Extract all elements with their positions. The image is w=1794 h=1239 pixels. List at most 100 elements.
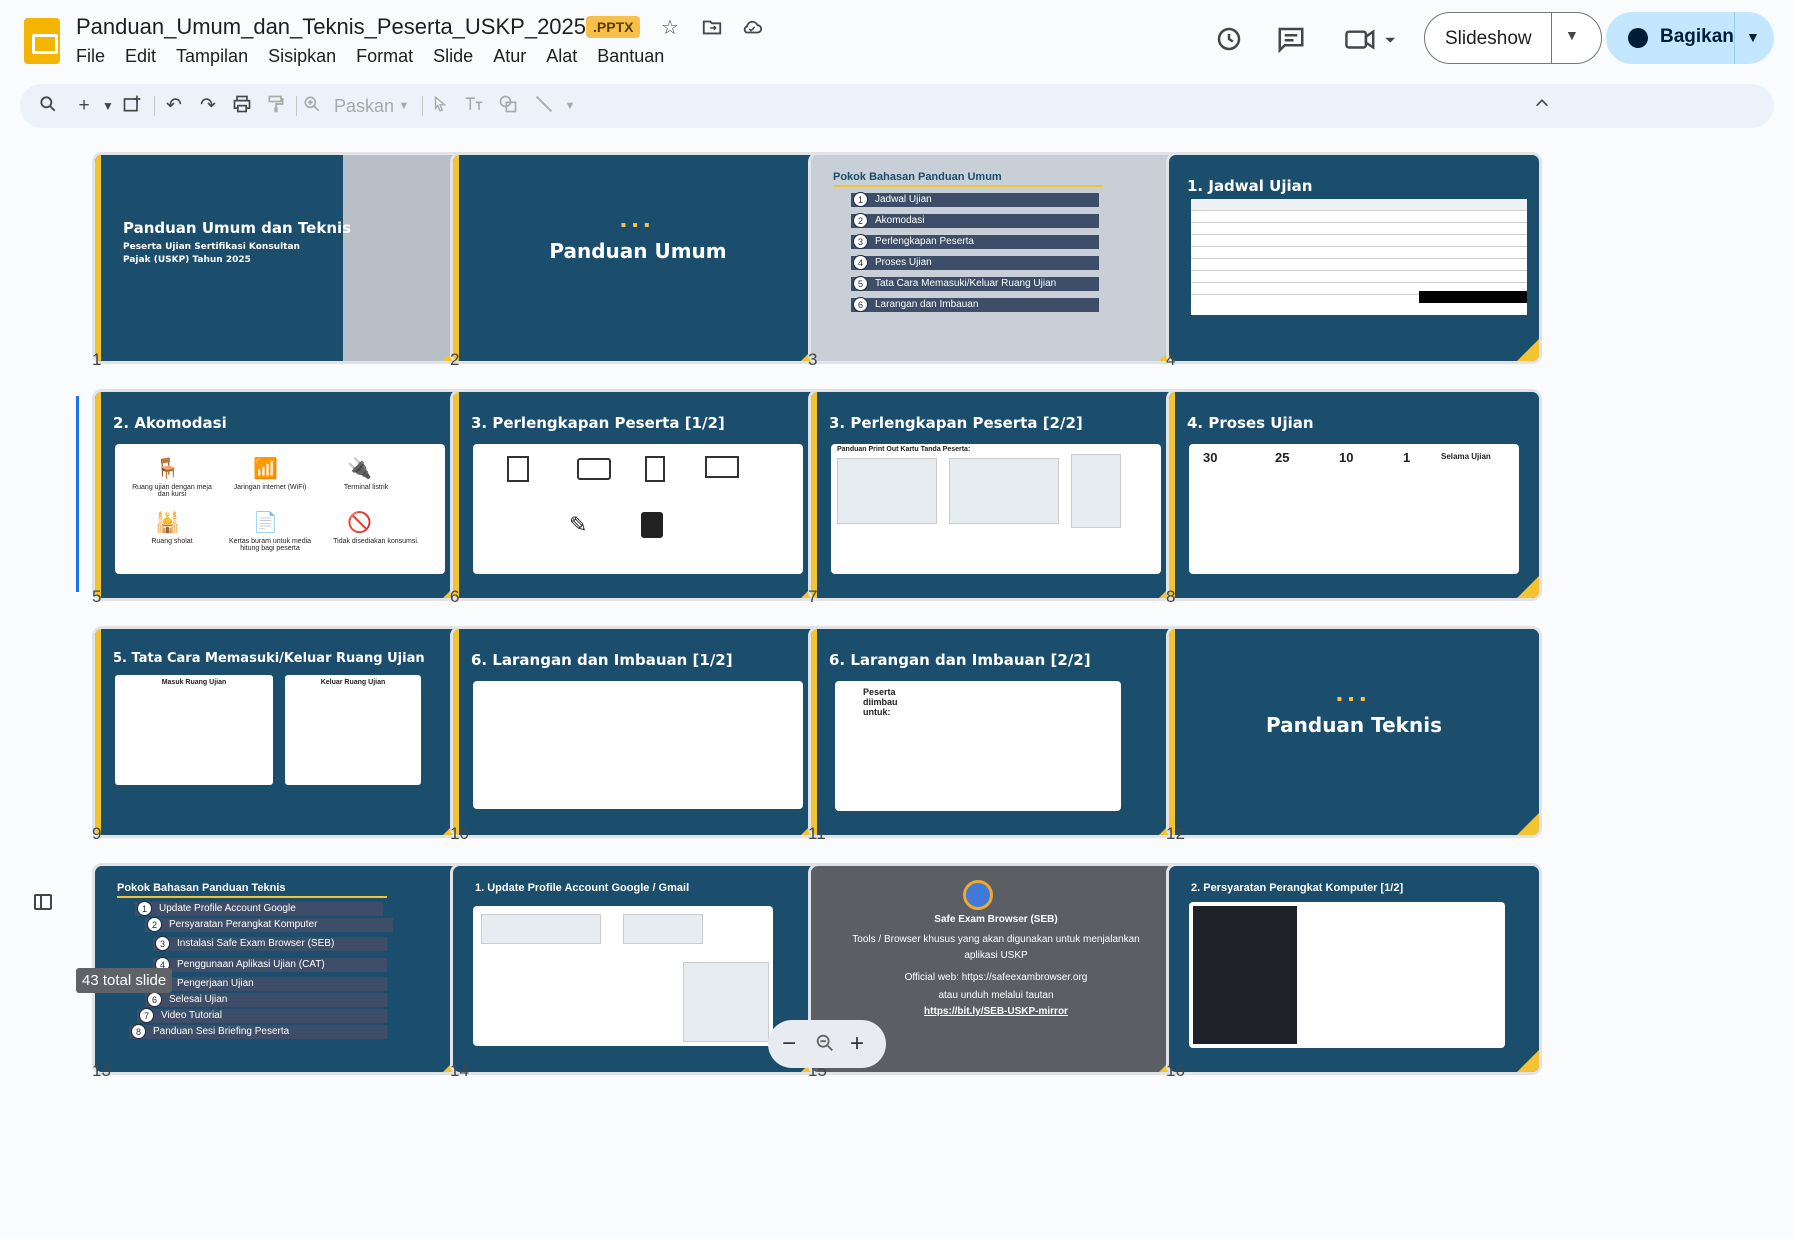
undo-icon[interactable]: ↶ <box>162 94 186 118</box>
share-button[interactable]: Bagikan ▼ <box>1606 12 1774 64</box>
zoom-icon[interactable] <box>300 94 324 118</box>
title-dots: ▪▪▪ <box>1336 691 1372 708</box>
star-icon[interactable]: ☆ <box>658 16 682 40</box>
redo-icon[interactable]: ↷ <box>196 94 220 118</box>
text-box-icon[interactable] <box>462 94 486 118</box>
slide-thumbnail-6[interactable]: 3. Perlengkapan Peserta [1/2] ✎ <box>450 389 826 601</box>
slide-content-panel: Peserta diimbau untuk: <box>835 681 1121 811</box>
slide-thumbnail-7[interactable]: 3. Perlengkapan Peserta [2/2] Panduan Pr… <box>808 389 1184 601</box>
slide-title: 5. Tata Cara Memasuki/Keluar Ruang Ujian <box>113 651 425 666</box>
menu-slide[interactable]: Slide <box>433 46 473 67</box>
menu-arrange[interactable]: Atur <box>493 46 526 67</box>
zoom-out-icon[interactable]: − <box>782 1030 796 1058</box>
filmstrip-toggle-icon[interactable] <box>34 894 52 910</box>
slide-thumbnail-11[interactable]: 6. Larangan dan Imbauan [2/2] Peserta di… <box>808 626 1184 838</box>
item-label: Jaringan internet (WiFi) <box>233 484 307 491</box>
document-title[interactable]: Panduan_Umum_dan_Teknis_Peserta_USKP_202… <box>76 14 586 40</box>
task-manager-image <box>1193 906 1297 1044</box>
new-slide-icon[interactable]: + <box>72 94 96 118</box>
slide-title: Panduan Teknis <box>1266 713 1442 737</box>
toolbar: + ▼ ↶ ↷ Paskan ▼ ▼ <box>20 84 1774 128</box>
slide-thumbnail-8[interactable]: 4. Proses Ujian 30 25 10 1 Selama Ujian <box>1166 389 1542 601</box>
globe-icon <box>1628 28 1648 48</box>
version-history-icon[interactable] <box>1214 24 1246 56</box>
item-label: Ruang ujian dengan meja dan kursi <box>132 484 212 498</box>
menu-tools[interactable]: Alat <box>546 46 577 67</box>
stat-number: 25 <box>1275 450 1290 465</box>
menu-format[interactable]: Format <box>356 46 413 67</box>
paper-icon: 📄 <box>253 512 278 534</box>
file-type-badge: .PPTX <box>586 16 641 38</box>
print-icon[interactable] <box>230 94 254 118</box>
zoom-dropdown-icon[interactable]: ▼ <box>392 94 416 118</box>
menu-file[interactable]: File <box>76 46 105 67</box>
move-folder-icon[interactable] <box>700 16 724 40</box>
menu-view[interactable]: Tampilan <box>176 46 248 67</box>
menu-edit[interactable]: Edit <box>125 46 156 67</box>
screenshot-image <box>837 458 937 524</box>
seb-description: Tools / Browser khusus yang akan digunak… <box>852 934 1140 961</box>
share-label: Bagikan <box>1660 26 1734 47</box>
import-slides-icon[interactable] <box>120 94 144 118</box>
search-menus-icon[interactable] <box>36 94 60 118</box>
slides-logo-icon[interactable] <box>24 18 60 64</box>
slide-title: 3. Perlengkapan Peserta [1/2] <box>471 414 725 432</box>
slide-thumbnail-2[interactable]: ▪▪▪ Panduan Umum <box>450 152 826 364</box>
paint-format-icon[interactable] <box>264 94 288 118</box>
zoom-in-icon[interactable]: + <box>850 1030 864 1058</box>
agenda-item: 6 Selesai Ujian <box>145 992 387 1007</box>
slide-thumbnail-3[interactable]: Pokok Bahasan Panduan Umum 1 Jadwal Ujian… <box>808 152 1184 364</box>
qr-card-icon <box>507 456 529 482</box>
agenda-item: 7 Video Tutorial <box>137 1008 387 1023</box>
share-dropdown-icon[interactable]: ▼ <box>1746 29 1760 45</box>
menu-bar: File Edit Tampilan Sisipkan Format Slide… <box>76 46 684 67</box>
slide-thumbnail-9[interactable]: 5. Tata Cara Memasuki/Keluar Ruang Ujian… <box>92 626 468 838</box>
title-underline <box>833 185 1103 187</box>
blacked-cell <box>1419 291 1527 303</box>
screenshot-image <box>623 914 703 944</box>
comments-icon[interactable] <box>1276 24 1308 56</box>
agenda-item: 3 Perlengkapan Peserta <box>851 234 1099 249</box>
zoom-select[interactable]: Paskan <box>334 96 394 117</box>
enter-column: Masuk Ruang Ujian <box>115 675 273 785</box>
zoom-reset-icon[interactable] <box>814 1032 836 1061</box>
no-food-icon: 🚫 <box>347 512 372 534</box>
slide-number: 3 <box>808 350 818 369</box>
agenda-item: 5 Tata Cara Memasuki/Keluar Ruang Ujian <box>851 276 1099 291</box>
meet-video-icon[interactable] <box>1344 24 1400 56</box>
grid-zoom-control: − + <box>768 1020 886 1068</box>
line-dropdown-icon[interactable]: ▼ <box>558 94 582 118</box>
slide-title: Pokok Bahasan Panduan Umum <box>833 171 1002 183</box>
slide-accent-bar <box>811 392 817 598</box>
slide-thumbnail-1[interactable]: Panduan Umum dan Teknis Peserta Ujian Se… <box>92 152 468 364</box>
slide-thumbnail-4[interactable]: 1. Jadwal Ujian <box>1166 152 1542 364</box>
screenshot-image <box>683 962 769 1042</box>
image-shape-icon[interactable] <box>496 94 520 118</box>
pencil-icon: ✎ <box>569 512 588 537</box>
slide-number: 1 <box>92 350 102 369</box>
laptop-icon <box>705 456 739 478</box>
slide-thumbnail-10[interactable]: 6. Larangan dan Imbauan [1/2] <box>450 626 826 838</box>
slide-thumbnail-16[interactable]: 2. Persyaratan Perangkat Komputer [1/2] <box>1166 863 1542 1075</box>
collapse-toolbar-icon[interactable] <box>1530 94 1554 118</box>
menu-help[interactable]: Bantuan <box>597 46 664 67</box>
slideshow-dropdown-icon[interactable]: ▼ <box>1565 27 1579 43</box>
agenda-item: 2 Persyaratan Perangkat Komputer <box>145 917 393 932</box>
slide-caption: Panduan Print Out Kartu Tanda Peserta: <box>837 446 971 453</box>
select-cursor-icon[interactable] <box>428 94 452 118</box>
menu-insert[interactable]: Sisipkan <box>268 46 336 67</box>
slide-thumbnail-5[interactable]: 2. Akomodasi 🪑 📶 🔌 🕌 📄 🚫 Ruang ujian den… <box>92 389 468 601</box>
screenshot-image <box>1071 454 1121 528</box>
slide-thumbnail-12[interactable]: ▪▪▪ Panduan Teknis <box>1166 626 1542 838</box>
slide-content-panel <box>473 681 803 809</box>
slide-number: 10 <box>450 824 469 843</box>
line-icon[interactable] <box>532 94 556 118</box>
cloud-status-icon[interactable] <box>740 16 764 40</box>
share-divider <box>1734 12 1735 64</box>
stat-number: Selama Ujian <box>1441 452 1491 461</box>
agenda-item: 1 Update Profile Account Google <box>135 901 383 916</box>
agenda-item: 4 Proses Ujian <box>851 255 1099 270</box>
new-slide-dropdown-icon[interactable]: ▼ <box>96 94 120 118</box>
seb-logo-icon <box>963 880 993 910</box>
slideshow-button[interactable]: Slideshow ▼ <box>1424 12 1602 64</box>
